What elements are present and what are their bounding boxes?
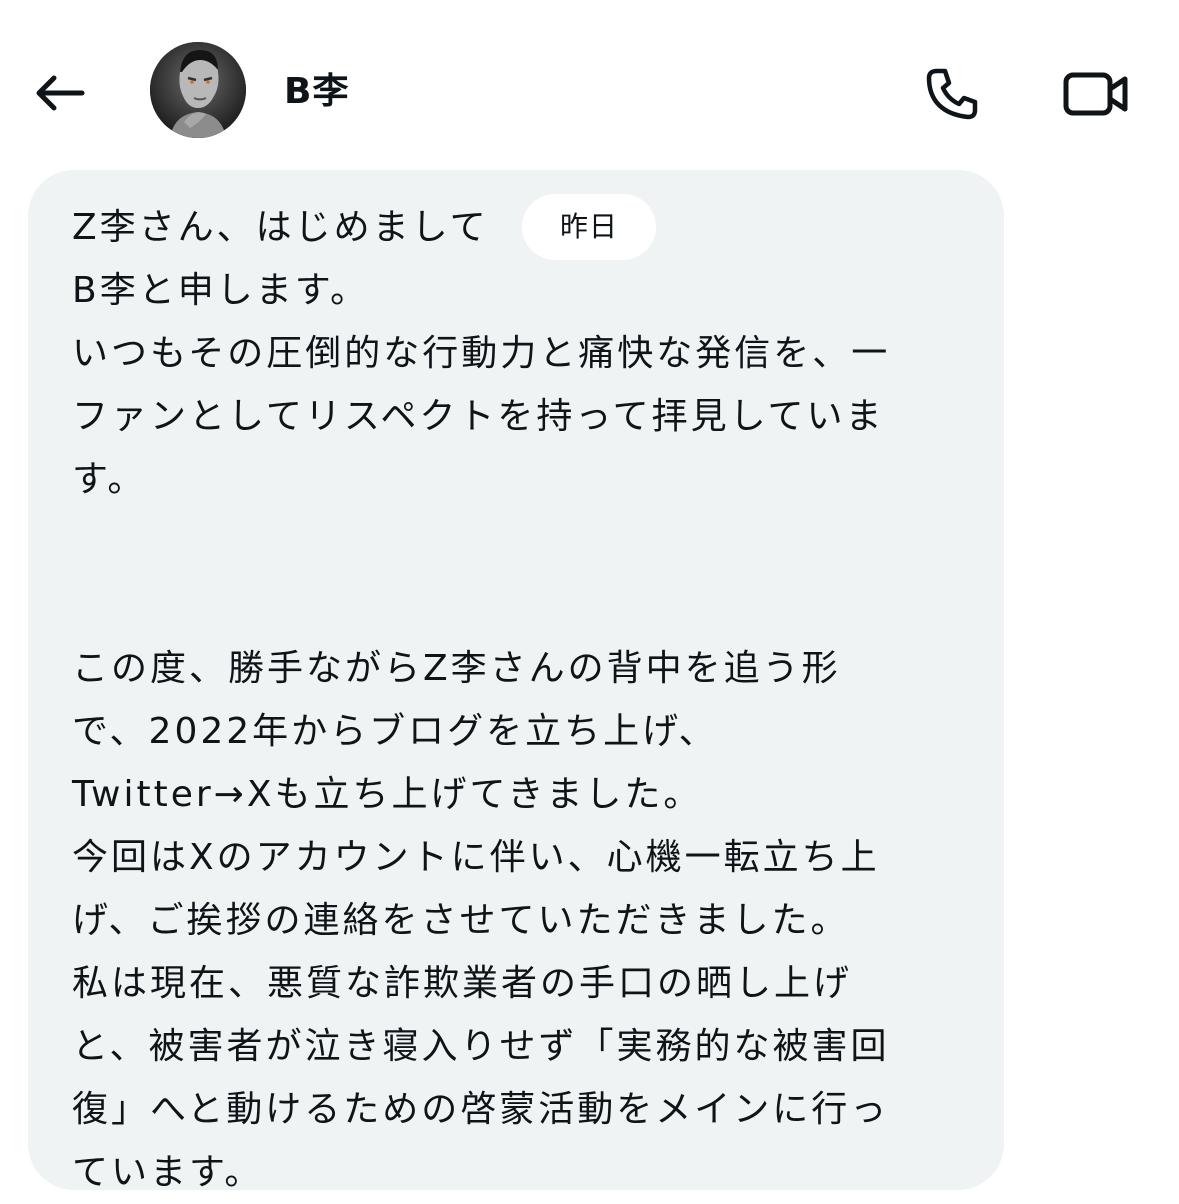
message-line: B李と申します。 bbox=[72, 270, 370, 311]
message-line: で、2022年からブログを立ち上げ、 bbox=[72, 711, 718, 752]
avatar-portrait-icon bbox=[150, 42, 246, 138]
message-line: と、被害者が泣き寝入りせず「実務的な被害回 bbox=[72, 1026, 890, 1067]
arrow-left-icon bbox=[36, 75, 85, 111]
message-text: Z李さん、はじめまして B李と申します。 いつもその圧倒的な行動力と痛快な発信を… bbox=[72, 196, 972, 1204]
video-camera-icon bbox=[1063, 72, 1128, 116]
message-timestamp: 昨日 bbox=[522, 194, 656, 260]
back-button[interactable] bbox=[28, 62, 90, 124]
message-line: 私は現在、悪質な詐欺業者の手口の晒し上げ bbox=[72, 963, 853, 1004]
phone-icon bbox=[926, 68, 978, 120]
call-button[interactable] bbox=[916, 58, 988, 130]
message-line: 今回はXのアカウントに伴い、心機一転立ち上 bbox=[72, 837, 880, 878]
message-line: ファンとしてリスペクトを持って拝見していま bbox=[72, 396, 885, 437]
message-line: げ、ご挨拶の連絡をさせていただきました。 bbox=[72, 900, 850, 941]
message-line: ています。 bbox=[72, 1152, 264, 1193]
conversation-header: B李 bbox=[0, 0, 1179, 170]
video-call-button[interactable] bbox=[1056, 58, 1136, 130]
message-line: Twitter→Xも立ち上げてきました。 bbox=[72, 774, 703, 815]
contact-name[interactable]: B李 bbox=[284, 68, 349, 116]
message-line: す。 bbox=[72, 459, 147, 500]
message-paragraph-gap bbox=[72, 511, 972, 637]
message-line: この度、勝手ながらZ李さんの背中を追う形 bbox=[72, 648, 841, 689]
message-line: 復」へと動けるための啓蒙活動をメインに行っ bbox=[72, 1089, 890, 1130]
message-line: いつもその圧倒的な行動力と痛快な発信を、一 bbox=[72, 333, 891, 374]
avatar[interactable] bbox=[150, 42, 246, 138]
